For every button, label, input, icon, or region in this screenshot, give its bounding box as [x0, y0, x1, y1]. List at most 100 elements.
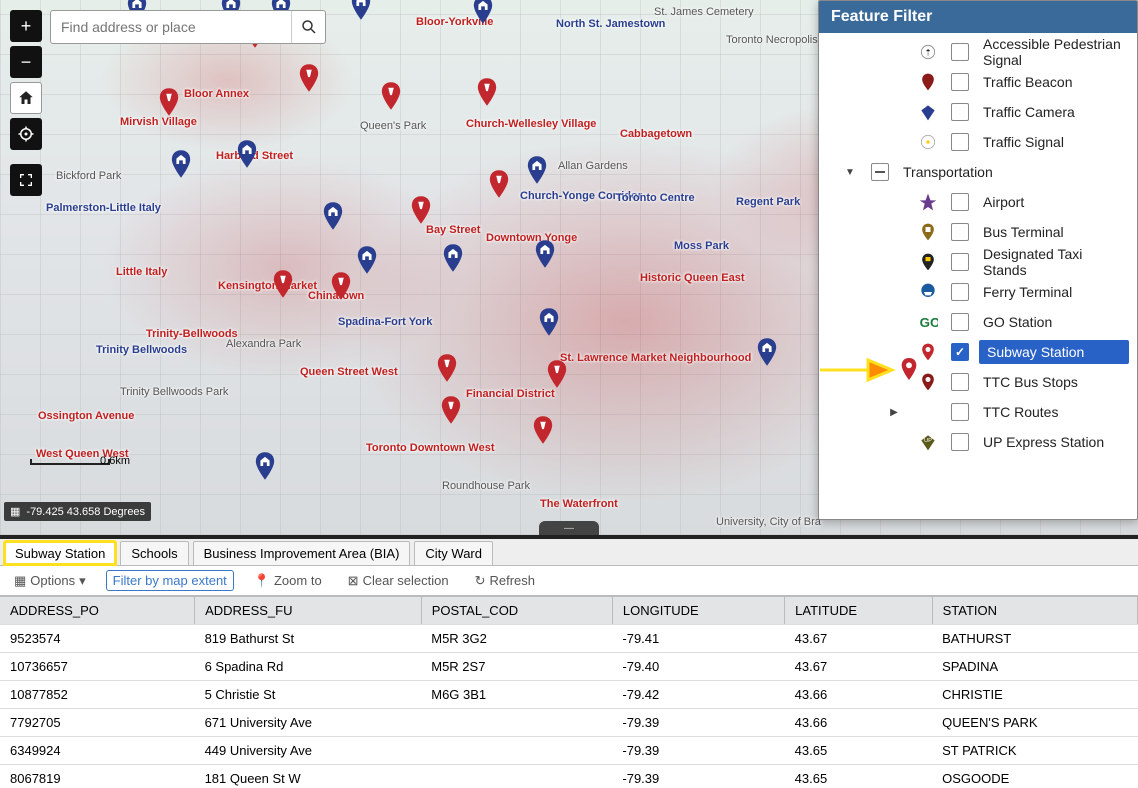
- table-toolbar: ▦ Options ▾ Filter by map extent 📍 Zoom …: [0, 566, 1138, 596]
- subway-marker[interactable]: [546, 360, 568, 388]
- filter-checkbox[interactable]: [951, 43, 969, 61]
- filter-label[interactable]: GO Station: [979, 312, 1129, 332]
- table-tab[interactable]: Schools: [120, 541, 188, 565]
- zoom-to-button[interactable]: 📍 Zoom to: [248, 571, 328, 591]
- coord-toggle-icon[interactable]: ▦: [10, 505, 20, 518]
- group-label[interactable]: Transportation: [899, 162, 1129, 182]
- search-icon[interactable]: [291, 11, 325, 43]
- locate-button[interactable]: [10, 118, 42, 150]
- filter-by-extent-button[interactable]: Filter by map extent: [106, 570, 234, 591]
- home-marker[interactable]: [254, 452, 276, 480]
- subway-marker[interactable]: [272, 270, 294, 298]
- subway-marker[interactable]: [436, 354, 458, 382]
- search-input[interactable]: [51, 19, 291, 35]
- filter-checkbox[interactable]: [951, 253, 969, 271]
- filter-label[interactable]: Traffic Beacon: [979, 72, 1129, 92]
- filter-checkbox[interactable]: [951, 223, 969, 241]
- filter-label[interactable]: Airport: [979, 192, 1129, 212]
- column-header[interactable]: LATITUDE: [785, 597, 932, 625]
- filter-checkbox[interactable]: [951, 193, 969, 211]
- subway-marker[interactable]: [158, 88, 180, 116]
- table-tab[interactable]: City Ward: [414, 541, 493, 565]
- column-header[interactable]: POSTAL_COD: [421, 597, 612, 625]
- filter-checkbox[interactable]: [951, 373, 969, 391]
- filter-label[interactable]: Accessible Pedestrian Signal: [979, 34, 1129, 70]
- filter-label[interactable]: Designated Taxi Stands: [979, 244, 1129, 280]
- home-marker[interactable]: [356, 246, 378, 274]
- table-row[interactable]: 7792705671 University Ave-79.3943.66QUEE…: [0, 709, 1138, 737]
- filter-item[interactable]: Ferry Terminal: [819, 277, 1137, 307]
- filter-checkbox[interactable]: [951, 73, 969, 91]
- filter-label[interactable]: Traffic Signal: [979, 132, 1129, 152]
- filter-label[interactable]: Bus Terminal: [979, 222, 1129, 242]
- subway-marker[interactable]: [298, 64, 320, 92]
- data-grid[interactable]: ADDRESS_POADDRESS_FUPOSTAL_CODLONGITUDEL…: [0, 596, 1138, 788]
- subway-marker[interactable]: [488, 170, 510, 198]
- home-marker[interactable]: [236, 140, 258, 168]
- filter-checkbox[interactable]: [951, 433, 969, 451]
- filter-checkbox[interactable]: [951, 343, 969, 361]
- clear-selection-button[interactable]: ⊠ Clear selection: [342, 571, 455, 591]
- zoom-in-button[interactable]: +: [10, 10, 42, 42]
- subway-marker[interactable]: [410, 196, 432, 224]
- fullscreen-button[interactable]: [10, 164, 42, 196]
- filter-item[interactable]: Bus Terminal: [819, 217, 1137, 247]
- home-marker[interactable]: [756, 338, 778, 366]
- table-tab[interactable]: Business Improvement Area (BIA): [193, 541, 411, 565]
- filter-item[interactable]: GOGO Station: [819, 307, 1137, 337]
- zoom-out-button[interactable]: −: [10, 46, 42, 78]
- filter-checkbox[interactable]: [951, 403, 969, 421]
- search-box[interactable]: [50, 10, 326, 44]
- options-button[interactable]: ▦ Options ▾: [8, 571, 92, 591]
- home-marker[interactable]: [526, 156, 548, 184]
- expand-icon[interactable]: ▶: [883, 407, 905, 418]
- filter-item[interactable]: Airport: [819, 187, 1137, 217]
- table-row[interactable]: 108778525 Christie StM6G 3B1-79.4243.66C…: [0, 681, 1138, 709]
- filter-item[interactable]: Designated Taxi Stands: [819, 247, 1137, 277]
- filter-item[interactable]: UPUP Express Station: [819, 427, 1137, 457]
- subway-marker[interactable]: [330, 272, 352, 300]
- filter-group-transportation[interactable]: ▼ Transportation: [819, 157, 1137, 187]
- column-header[interactable]: ADDRESS_FU: [195, 597, 422, 625]
- filter-checkbox[interactable]: [951, 283, 969, 301]
- table-collapse-handle[interactable]: —: [539, 521, 599, 535]
- filter-label[interactable]: TTC Bus Stops: [979, 372, 1129, 392]
- filter-item[interactable]: Traffic Camera: [819, 97, 1137, 127]
- table-row[interactable]: 8067819181 Queen St W-79.3943.65OSGOODE: [0, 765, 1138, 788]
- filter-item[interactable]: ⇡Accessible Pedestrian Signal: [819, 37, 1137, 67]
- subway-marker[interactable]: [476, 78, 498, 106]
- home-marker[interactable]: [472, 0, 494, 24]
- home-marker[interactable]: [350, 0, 372, 20]
- filter-checkbox[interactable]: [951, 133, 969, 151]
- column-header[interactable]: ADDRESS_PO: [0, 597, 195, 625]
- collapse-icon[interactable]: ▼: [839, 167, 861, 178]
- filter-checkbox[interactable]: [951, 103, 969, 121]
- column-header[interactable]: STATION: [932, 597, 1137, 625]
- home-marker[interactable]: [322, 202, 344, 230]
- home-button[interactable]: [10, 82, 42, 114]
- subway-marker[interactable]: [440, 396, 462, 424]
- filter-label[interactable]: TTC Routes: [979, 402, 1129, 422]
- table-row[interactable]: 107366576 Spadina RdM5R 2S7-79.4043.67SP…: [0, 653, 1138, 681]
- table-cell: 43.66: [785, 681, 932, 709]
- subway-marker[interactable]: [380, 82, 402, 110]
- table-row[interactable]: 9523574819 Bathurst StM5R 3G2-79.4143.67…: [0, 625, 1138, 653]
- home-marker[interactable]: [538, 308, 560, 336]
- filter-checkbox[interactable]: [951, 313, 969, 331]
- filter-label[interactable]: UP Express Station: [979, 432, 1129, 452]
- filter-item[interactable]: ▶ TTC Routes: [819, 397, 1137, 427]
- home-marker[interactable]: [442, 244, 464, 272]
- table-row[interactable]: 6349924449 University Ave-79.3943.65ST P…: [0, 737, 1138, 765]
- filter-item[interactable]: Traffic Signal: [819, 127, 1137, 157]
- refresh-button[interactable]: ↻ Refresh: [469, 571, 541, 591]
- subway-marker[interactable]: [532, 416, 554, 444]
- home-marker[interactable]: [170, 150, 192, 178]
- filter-label[interactable]: Traffic Camera: [979, 102, 1129, 122]
- filter-label[interactable]: Subway Station: [979, 340, 1129, 364]
- table-tab[interactable]: Subway Station: [4, 541, 116, 565]
- column-header[interactable]: LONGITUDE: [612, 597, 784, 625]
- group-checkbox[interactable]: [871, 163, 889, 181]
- filter-label[interactable]: Ferry Terminal: [979, 282, 1129, 302]
- home-marker[interactable]: [534, 240, 556, 268]
- filter-item[interactable]: Traffic Beacon: [819, 67, 1137, 97]
